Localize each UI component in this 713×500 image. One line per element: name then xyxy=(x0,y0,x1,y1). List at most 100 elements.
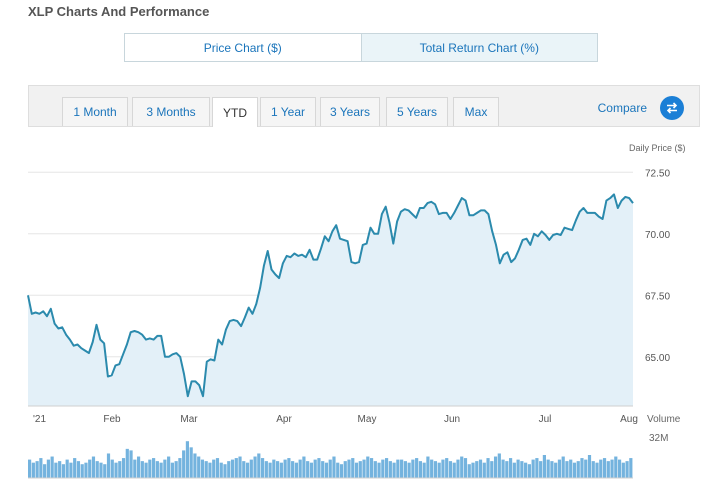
volume-bar xyxy=(557,459,562,478)
volume-bar xyxy=(313,459,317,478)
volume-bar xyxy=(212,459,216,478)
volume-bar xyxy=(493,456,498,478)
volume-bar xyxy=(467,464,471,478)
volume-bar xyxy=(58,461,62,478)
volume-bar xyxy=(456,459,460,478)
volume-bar xyxy=(121,458,126,478)
volume-bar xyxy=(167,456,171,478)
volume-bar xyxy=(433,461,438,478)
volume-bar xyxy=(114,462,118,478)
volume-bar xyxy=(110,459,114,478)
volume-bar xyxy=(572,462,577,478)
volume-bar xyxy=(576,461,580,478)
volume-bar xyxy=(43,464,47,478)
x-tick-label: Jun xyxy=(444,414,460,425)
volume-bar xyxy=(125,448,129,478)
volume-bar xyxy=(460,456,464,478)
volume-bar xyxy=(182,450,186,478)
volume-bar xyxy=(257,453,261,478)
volume-bar xyxy=(65,459,69,478)
volume-bar xyxy=(279,462,283,478)
volume-bar xyxy=(602,458,607,478)
volume-bar xyxy=(610,459,614,478)
volume-bar xyxy=(223,464,227,478)
volume-bar xyxy=(95,461,99,478)
volume-bar xyxy=(140,461,144,478)
volume-bar xyxy=(614,456,618,478)
price-chart: 72.50 70.00 67.50 65.00 '21 Feb Mar Apr May Jun Ju… xyxy=(27,168,670,479)
volume-bar xyxy=(381,459,385,478)
volume-bar xyxy=(475,461,479,478)
volume-bar xyxy=(328,459,332,478)
volume-bar xyxy=(332,456,336,478)
volume-bar xyxy=(426,456,430,478)
volume-bar xyxy=(617,459,622,478)
volume-bar xyxy=(287,458,291,478)
x-tick-label: Apr xyxy=(276,414,292,425)
volume-bar xyxy=(430,459,434,478)
volume-bar xyxy=(516,459,520,478)
volume-bar xyxy=(587,455,592,478)
volume-bar xyxy=(354,462,359,478)
volume-bar xyxy=(133,459,137,478)
volume-bar xyxy=(343,461,347,478)
volume-bar xyxy=(306,461,310,478)
volume-bar xyxy=(69,462,73,478)
volume-bar xyxy=(118,461,122,478)
volume-bar xyxy=(366,456,370,478)
volume-bar xyxy=(219,462,223,478)
volume-bar xyxy=(249,459,253,478)
volume-bar xyxy=(497,453,501,478)
volume-bar xyxy=(339,464,344,478)
y-tick-label: 65.00 xyxy=(645,353,670,364)
volume-bar xyxy=(584,459,588,478)
x-tick-label: Mar xyxy=(180,414,198,425)
volume-bar xyxy=(542,455,546,478)
volume-bar xyxy=(501,459,505,478)
volume-bar xyxy=(527,464,531,478)
y-tick-label: 67.50 xyxy=(645,291,670,302)
volume-bar xyxy=(422,462,426,478)
x-tick-label: Feb xyxy=(103,414,121,425)
volume-bar xyxy=(595,462,599,478)
volume-bar xyxy=(61,464,66,478)
volume-bar xyxy=(321,461,325,478)
volume-bar xyxy=(106,453,111,478)
volume-bar xyxy=(200,459,205,478)
volume-bar xyxy=(448,461,453,478)
volume-bar xyxy=(230,459,235,478)
volume-bar xyxy=(505,461,509,478)
volume-bar xyxy=(294,462,298,478)
volume-bar xyxy=(580,458,584,478)
volume-bar xyxy=(178,458,182,478)
volume-bar xyxy=(478,459,483,478)
volume-bar xyxy=(227,461,231,478)
volume-bar xyxy=(546,459,550,478)
volume-bar xyxy=(347,459,351,478)
volume-bar xyxy=(185,441,190,478)
volume-bar xyxy=(625,461,629,478)
volume-bar xyxy=(155,461,159,478)
volume-bar xyxy=(99,462,103,478)
y-tick-label: 72.50 xyxy=(645,168,670,179)
volume-bar xyxy=(309,462,314,478)
x-tick-label: Aug xyxy=(620,414,638,425)
volume-bar xyxy=(208,462,212,478)
volume-bar xyxy=(283,459,287,478)
volume-bar xyxy=(441,459,445,478)
volume-bar xyxy=(384,458,389,478)
volume-bar xyxy=(561,456,565,478)
volume-bar xyxy=(403,461,407,478)
volume-bar xyxy=(524,462,528,478)
volume-bar xyxy=(512,462,516,478)
volume-bar xyxy=(264,461,268,478)
volume-bar xyxy=(215,458,220,478)
volume-bar xyxy=(358,461,362,478)
volume-bar xyxy=(392,462,396,478)
volume-bar xyxy=(103,464,107,478)
volume-bar xyxy=(554,462,558,478)
volume-bar xyxy=(463,458,468,478)
volume-bar xyxy=(46,459,50,478)
volume-bar xyxy=(400,459,404,478)
volume-bar xyxy=(508,458,513,478)
